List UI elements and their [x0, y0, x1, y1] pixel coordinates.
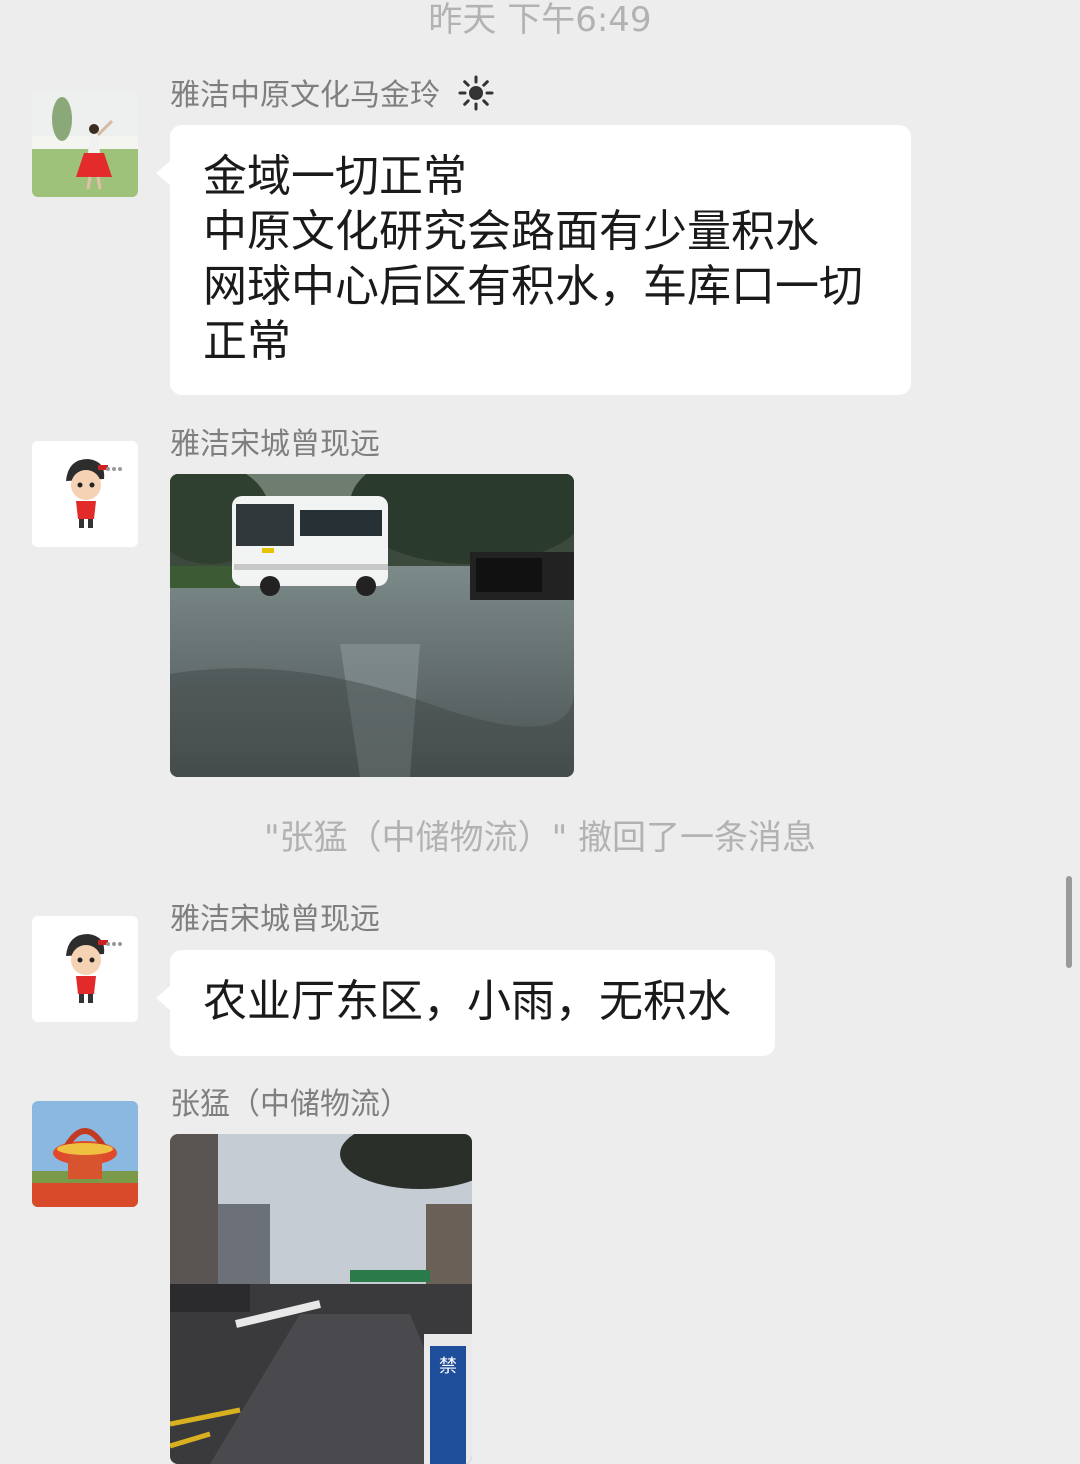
- avatar[interactable]: [32, 916, 138, 1022]
- sender-name: 雅洁中原文化马金玲: [170, 75, 494, 122]
- sign-text: 禁: [439, 1356, 457, 1377]
- message-bubble[interactable]: 农业厅东区，小雨，无积水: [156, 950, 775, 1056]
- avatar[interactable]: [32, 91, 138, 197]
- sender-name: 雅洁宋城曾现远: [170, 902, 380, 937]
- message-line: 农业厅东区，小雨，无积水: [203, 976, 731, 1027]
- scrollbar[interactable]: [1066, 876, 1072, 968]
- message-line: 金域一切正常: [203, 151, 467, 202]
- message-line: 中原文化研究会路面有少量积水: [203, 206, 819, 257]
- avatar[interactable]: [32, 441, 138, 547]
- sender-name: 张猛（中储物流）: [170, 1087, 410, 1122]
- message-line: 正常: [203, 316, 291, 367]
- recall-notice: "张猛（中储物流）" 撤回了一条消息: [263, 818, 817, 858]
- chat-image[interactable]: [170, 474, 574, 777]
- sender-name-text: 雅洁中原文化马金玲: [170, 78, 440, 113]
- message-bubble[interactable]: 金域一切正常 中原文化研究会路面有少量积水 网球中心后区有积水，车库口一切 正常: [156, 125, 911, 395]
- sun-icon: [458, 75, 494, 122]
- avatar[interactable]: [32, 1101, 138, 1207]
- chat-timestamp: 昨天 下午6:49: [428, 0, 652, 40]
- chat-image[interactable]: 禁: [170, 1134, 472, 1464]
- sender-name: 雅洁宋城曾现远: [170, 427, 380, 462]
- message-line: 网球中心后区有积水，车库口一切: [203, 261, 863, 312]
